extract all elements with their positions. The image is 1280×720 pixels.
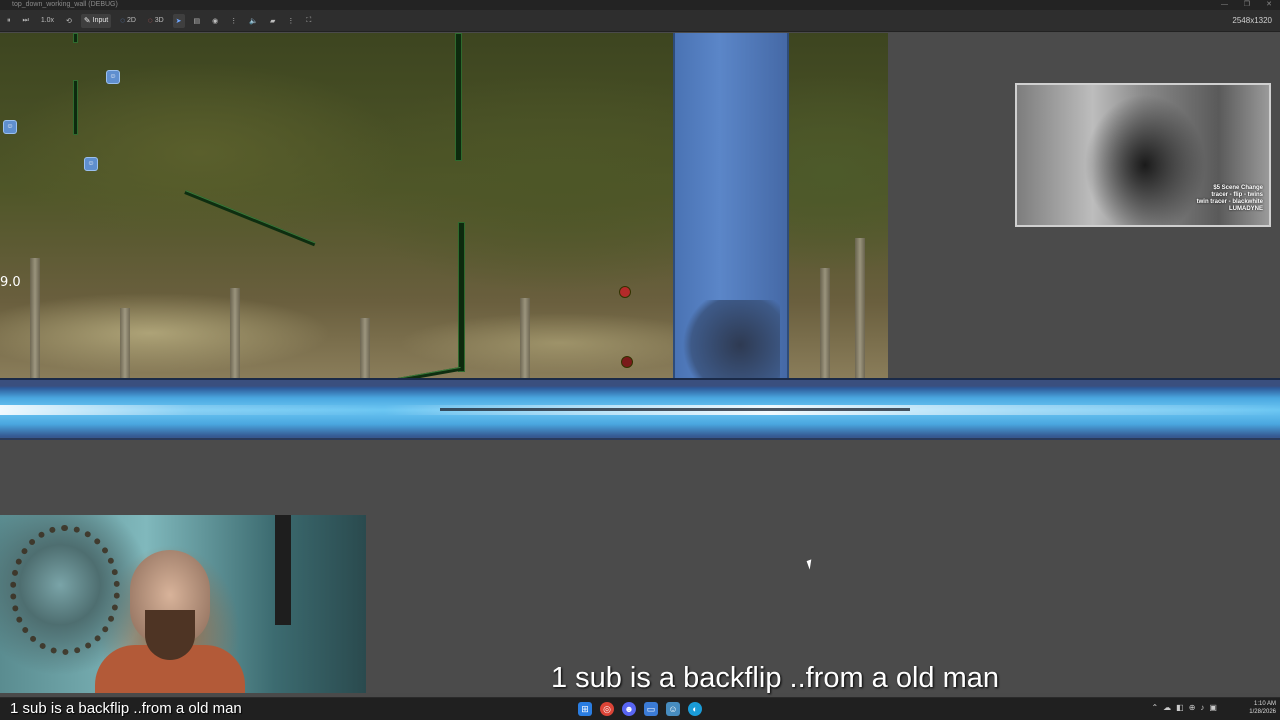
tree-trunk [855,238,865,378]
tree-trunk [360,318,370,378]
kebab-icon-2: ⋮ [287,17,295,25]
windows-start-icon[interactable]: ⊞ [578,702,592,716]
tree-trunk [30,258,40,378]
microphone [275,515,291,625]
stream-overlay-text: $5 Scene Change tracer - flip - twins tw… [1197,185,1263,213]
list-select-button[interactable]: ▤ [191,14,204,28]
camera-options-button[interactable]: ⋮ [284,14,297,28]
list-icon: ▤ [193,17,201,25]
tree-trunk [230,288,240,378]
2d-icon: ◌ [120,16,125,25]
stream-text-line3: twin tracer - blackwhite [1196,199,1263,205]
file-explorer-icon[interactable]: ▭ [644,702,658,716]
camera-icon: ▰ [269,17,276,25]
window-title: top_down_working_wall (DEBUG) [12,1,118,8]
fullscreen-button[interactable]: ⛶ [303,14,314,28]
next-frame-icon: ⏭ [22,16,29,24]
wall-segment [458,222,465,372]
input-icon: ✎ [83,16,91,25]
input-toggle[interactable]: ✎ Input [80,13,112,28]
discord-icon[interactable]: ☻ [622,702,636,716]
godot-node-icon[interactable]: ☺ [106,70,120,84]
mode-2d-toggle[interactable]: ◌ 2D [117,14,139,28]
game-toolbar: ⏸ ⏭ 1.0x ⟲ ✎ Input ◌ 2D ◌ 3D ➤ ▤ ◉ ⋮ 🔈 ▰ ⋮ … [0,10,1280,32]
kebab-icon: ⋮ [230,17,238,25]
close-button[interactable]: ✕ [1266,0,1272,10]
options-menu-button[interactable]: ⋮ [227,14,240,28]
stream-text-line1: $5 Scene Change [1213,185,1263,191]
gear-decoration [10,525,120,655]
browser-icon[interactable]: ◐ [688,702,702,716]
visibility-button[interactable]: ◉ [209,14,221,28]
clock-date: 1/28/2026 [1249,709,1276,715]
eye-icon: ◉ [212,17,219,25]
maximize-button[interactable]: ❐ [1244,0,1250,10]
godot-node-icon[interactable]: ☺ [3,120,17,134]
godot-node-icon[interactable]: ☺ [84,157,98,171]
resolution-readout: 2548x1320 [1232,16,1272,25]
person-beard [145,610,195,660]
enemy-marker[interactable] [619,286,631,298]
clock-time: 1:10 AM [1253,701,1276,707]
window-titlebar: top_down_working_wall (DEBUG) [0,0,1280,10]
stream-text-line4: LUMADYNE [1229,206,1263,212]
tree-trunk [520,298,530,378]
cursor-icon: ➤ [175,17,182,25]
3d-icon: ◌ [147,16,153,25]
speaker-icon: 🔈 [249,17,258,25]
main-caption: 1 sub is a backflip ..from a old man [550,662,1000,694]
godot-app-icon[interactable]: ☺ [666,702,680,716]
wall-segment [455,33,462,161]
wall-segment [73,33,78,43]
system-tray-icons[interactable]: ⌃☁◧⊕♪▣ [1151,703,1222,712]
dark-streak [440,408,910,411]
stream-text-line2: tracer - flip - twins [1211,192,1263,198]
audio-button[interactable]: 🔈 [246,14,261,28]
stream-webcam-overlay: $5 Scene Change tracer - flip - twins tw… [1015,83,1271,227]
input-label: Input [92,17,109,24]
fullscreen-icon: ⛶ [306,16,312,24]
pause-button[interactable]: ⏸ [4,14,14,28]
chrome-icon[interactable]: ◎ [600,702,614,716]
reset-zoom-button[interactable]: ⟲ [63,14,75,28]
select-tool-button[interactable]: ➤ [172,13,185,28]
reset-icon: ⟲ [66,17,72,25]
mode-2d-label: 2D [126,17,136,24]
clock[interactable]: 1:10 AM 1/28/2026 [1249,700,1276,716]
webcam-caption: 1 sub is a backflip ..from a old man [10,700,242,717]
mode-3d-toggle[interactable]: ◌ 3D [145,14,167,28]
tree-trunk [120,308,130,378]
mode-3d-label: 3D [154,17,164,24]
wall-segment [73,80,78,135]
zoom-level[interactable]: 1.0x [38,14,57,28]
next-frame-button[interactable]: ⏭ [20,14,32,28]
camera-button[interactable]: ▰ [267,14,278,28]
minimize-button[interactable]: — [1221,0,1228,10]
pause-icon: ⏸ [7,16,11,24]
enemy-marker[interactable] [621,356,633,368]
tree-trunk [820,268,830,378]
coordinate-readout: 9.0 [0,275,21,290]
